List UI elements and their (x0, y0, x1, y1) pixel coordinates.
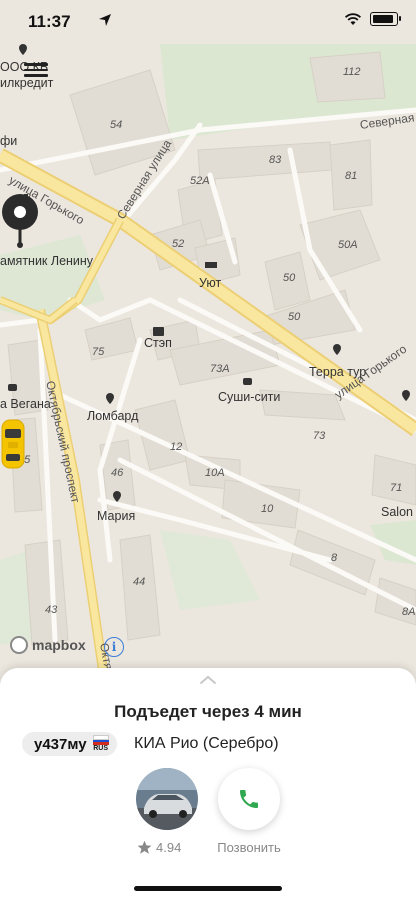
building-number: 71 (390, 482, 403, 494)
poi-label: Суши-сити (218, 390, 281, 404)
building-number: 112 (343, 66, 361, 78)
battery-icon (370, 12, 401, 26)
poi-label: Стэп (144, 336, 172, 350)
home-indicator[interactable] (134, 886, 282, 891)
star-icon (137, 840, 152, 854)
plate-number: у437му (34, 735, 87, 753)
poi-label: амятник Ленину (0, 254, 94, 268)
driver-rating: 4.94 (137, 840, 181, 855)
call-driver-button[interactable] (218, 768, 280, 830)
status-time: 11:37 (28, 12, 71, 31)
building-number: 54 (110, 119, 123, 131)
mapbox-text: mapbox (32, 637, 86, 653)
map-canvas[interactable] (0, 44, 416, 684)
poi-label: Терра тур (309, 365, 367, 379)
building-number: 50А (338, 239, 358, 251)
poi-label: фи (0, 134, 18, 148)
building-number: 10А (205, 467, 225, 479)
building-number: 50 (288, 311, 301, 323)
poi-label: Мария (97, 509, 136, 523)
plate-country: RUS (93, 745, 109, 752)
building-number: 50 (283, 272, 296, 284)
building-number: 46 (111, 467, 124, 479)
status-icons (344, 12, 401, 26)
ride-info-sheet[interactable]: Подъедет через 4 мин у437му RUS КИА Рио … (0, 668, 416, 900)
menu-bar (24, 63, 48, 66)
driver-car-photo[interactable] (136, 768, 198, 830)
car-model: КИА Рио (Серебро) (134, 735, 279, 752)
building-number: 73А (210, 363, 230, 375)
location-arrow-icon (99, 14, 111, 26)
building-number: 52 (172, 238, 185, 250)
poi-label: Уют (199, 276, 222, 290)
map-info-button[interactable]: i (104, 637, 124, 657)
status-bar: 11:37 (0, 0, 416, 44)
building-number: 83 (269, 154, 282, 166)
building-number: 8 (331, 552, 338, 564)
menu-bar (24, 74, 48, 77)
wifi-icon (344, 12, 362, 25)
map-view[interactable]: 112 54 83 52А 81 52 50А 50 50 75 73А 73 … (0, 44, 416, 684)
building-number: 52А (190, 175, 210, 187)
eta-title: Подъедет через 4 мин (114, 702, 302, 721)
building-number: 73 (313, 430, 326, 442)
pickup-pin-icon (2, 194, 38, 248)
building-number: 43 (45, 604, 58, 616)
taxi-car-icon (1, 419, 25, 469)
building-number: 10 (261, 503, 274, 515)
building-number: 81 (345, 170, 358, 182)
poi-label: а Вегана (0, 397, 51, 411)
building-number: 75 (92, 346, 105, 358)
rating-value: 4.94 (156, 840, 182, 855)
mapbox-attribution[interactable]: mapbox (10, 636, 86, 654)
license-plate-badge: у437му RUS (22, 732, 117, 756)
poi-label: Ломбард (87, 409, 139, 423)
call-label: Позвонить (217, 840, 281, 855)
building-number: 12 (170, 441, 183, 453)
menu-bar (24, 68, 48, 71)
phone-icon (240, 790, 258, 808)
chevron-up-icon[interactable] (198, 674, 218, 686)
poi-label: Salon (381, 505, 413, 519)
building-number: 8А (402, 606, 416, 618)
building-number: 44 (133, 576, 146, 588)
mapbox-logo-icon (10, 636, 28, 654)
russia-flag-icon: RUS (92, 735, 109, 753)
menu-button[interactable] (24, 60, 48, 80)
